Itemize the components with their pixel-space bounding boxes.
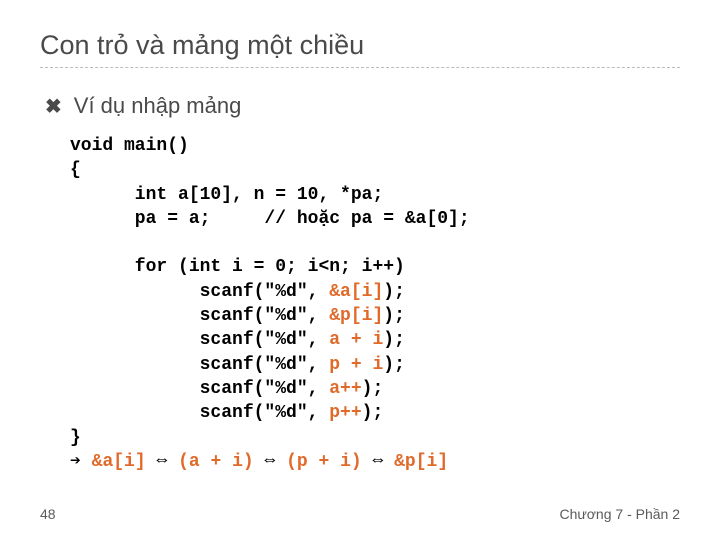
code-line: scanf("%d", a++); [70, 379, 383, 399]
footer: 48 Chương 7 - Phần 2 [40, 506, 680, 522]
code-line: int a[10], n = 10, *pa; [70, 185, 383, 205]
page-number: 48 [40, 506, 56, 522]
code-line: void main() [70, 136, 189, 156]
code-line: for (int i = 0; i<n; i++) [70, 257, 405, 277]
slide-title: Con trỏ và mảng một chiều [40, 30, 680, 61]
code-line: scanf("%d", &p[i]); [70, 306, 405, 326]
code-line: scanf("%d", a + i); [70, 330, 405, 350]
code-summary-line: ➔ &a[i] ⇔ (a + i) ⇔ (p + i) ⇔ &p[i] [70, 452, 448, 472]
title-divider [40, 67, 680, 68]
code-line: } [70, 428, 81, 448]
chapter-label: Chương 7 - Phần 2 [559, 506, 680, 522]
code-line: { [70, 160, 81, 180]
code-line: scanf("%d", p++); [70, 403, 383, 423]
code-line: scanf("%d", &a[i]); [70, 282, 405, 302]
bullet-text: Ví dụ nhập mảng [74, 93, 242, 119]
bullet-item: ✖ Ví dụ nhập mảng [45, 93, 680, 119]
code-line: scanf("%d", p + i); [70, 355, 405, 375]
code-block: void main() { int a[10], n = 10, *pa; pa… [70, 134, 680, 474]
code-line: pa = a; // hoặc pa = &a[0]; [70, 209, 470, 229]
bullet-icon: ✖ [45, 94, 62, 119]
